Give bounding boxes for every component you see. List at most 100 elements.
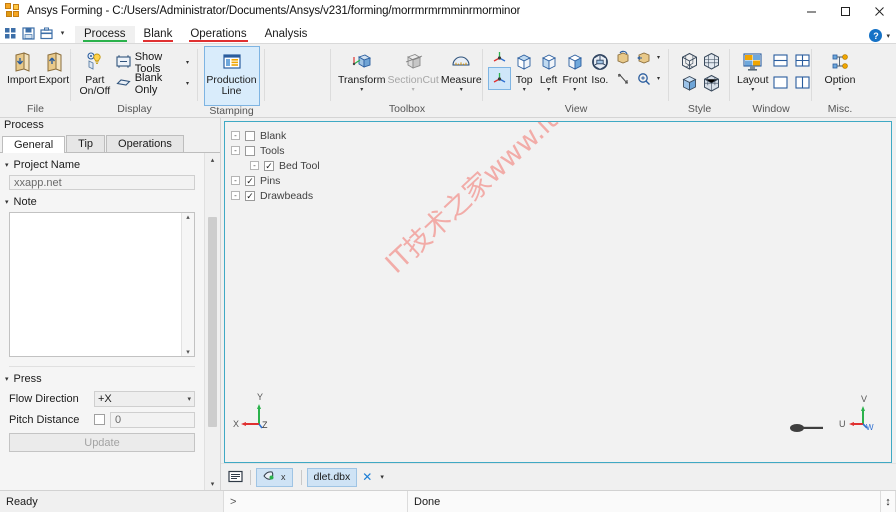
axis-triad-icon[interactable] — [489, 47, 510, 68]
ribbon: Import Export File Part On/Off Show Tool… — [0, 44, 896, 118]
show-tools-caret-icon[interactable]: ▾ — [186, 59, 189, 66]
blank-only-button[interactable]: Blank Only ▾ — [113, 72, 192, 96]
viewport-3d[interactable]: IT技术之家www.ittel.cn - Blank - Tools - ✓ B… — [224, 121, 892, 463]
help-icon[interactable]: ? — [869, 29, 883, 42]
production-line-button[interactable]: Production Line — [203, 46, 260, 106]
production-line-icon — [222, 49, 242, 75]
section-note[interactable]: ▾ Note — [0, 194, 204, 209]
view-top-caret-icon[interactable]: ▾ — [523, 87, 526, 93]
split-horizontal-icon[interactable] — [770, 49, 792, 71]
tree-expander-icon[interactable]: - — [250, 161, 259, 170]
view-extra-caret-icon[interactable]: ▾ — [654, 47, 663, 68]
close-button[interactable] — [862, 0, 896, 22]
quick-access-caret-icon[interactable]: ▾ — [57, 26, 68, 41]
tab-general[interactable]: General — [2, 136, 66, 153]
transform-caret-icon[interactable]: ▾ — [360, 87, 363, 93]
view-front-caret-icon[interactable]: ▾ — [573, 87, 576, 93]
project-name-input[interactable]: xxapp.net — [9, 175, 195, 190]
style-shaded-edge-icon[interactable] — [700, 71, 724, 95]
ribbon-tab-process[interactable]: Process — [75, 26, 135, 43]
tree-expander-icon[interactable]: - — [231, 176, 240, 185]
rotate-view-icon[interactable] — [612, 47, 633, 68]
update-button[interactable]: Update — [9, 433, 195, 452]
case-icon[interactable] — [39, 26, 54, 41]
export-button[interactable]: Export — [38, 47, 70, 88]
pitch-distance-checkbox[interactable] — [94, 414, 105, 425]
ribbon-tab-blank[interactable]: Blank — [135, 26, 182, 43]
ribbon-tab-analysis[interactable]: Analysis — [256, 26, 317, 43]
note-scrollbar[interactable]: ▴ ▾ — [181, 213, 194, 356]
tree-node-tools[interactable]: - Tools — [231, 143, 891, 158]
maximize-button[interactable] — [828, 0, 862, 22]
option-caret-icon[interactable]: ▾ — [838, 87, 841, 93]
fit-view-icon[interactable] — [612, 68, 633, 89]
help-caret-icon[interactable]: ▾ — [884, 32, 892, 40]
left-panel-scroll-thumb[interactable] — [208, 216, 217, 427]
ribbon-tab-operations[interactable]: Operations — [181, 26, 255, 43]
tree-node-drawbeads[interactable]: - ✓ Drawbeads — [231, 188, 891, 203]
split-quad-icon[interactable] — [792, 49, 814, 71]
left-panel-scroll-up-icon[interactable]: ▴ — [211, 153, 215, 166]
tree-node-pins[interactable]: - ✓ Pins — [231, 173, 891, 188]
tab-operations[interactable]: Operations — [106, 135, 184, 152]
view-iso-button[interactable]: Iso. — [589, 47, 611, 88]
new-project-icon[interactable] — [3, 26, 18, 41]
zoom-caret-icon[interactable]: ▾ — [654, 68, 663, 89]
note-scroll-down-icon[interactable]: ▾ — [186, 348, 190, 356]
tab-list-caret-icon[interactable]: ▾ — [376, 473, 388, 481]
tree-expander-icon[interactable]: - — [231, 146, 240, 155]
tab-tip[interactable]: Tip — [66, 135, 106, 152]
minimize-button[interactable] — [794, 0, 828, 22]
layout-caret-icon[interactable]: ▾ — [751, 87, 754, 93]
tree-checkbox-bed-tool[interactable]: ✓ — [264, 160, 274, 171]
console-icon[interactable] — [225, 467, 245, 487]
import-button[interactable]: Import — [6, 47, 38, 88]
tree-expander-icon[interactable]: - — [231, 131, 240, 140]
tree-checkbox-drawbeads[interactable]: ✓ — [245, 190, 255, 201]
part-onoff-button[interactable]: Part On/Off — [77, 47, 113, 99]
left-panel-scroll-down-icon[interactable]: ▾ — [211, 477, 215, 490]
left-panel-scrollbar[interactable]: ▴ ▾ — [204, 153, 220, 490]
project-name-collapse-icon[interactable]: ▾ — [5, 161, 9, 169]
view-front-button[interactable]: Front ▾ — [561, 47, 589, 95]
style-shaded-icon[interactable] — [678, 71, 702, 95]
view-left-button[interactable]: Left ▾ — [536, 47, 560, 95]
note-scroll-up-icon[interactable]: ▴ — [186, 213, 190, 221]
view-left-caret-icon[interactable]: ▾ — [547, 87, 550, 93]
show-tools-button[interactable]: Show Tools ▾ — [113, 51, 192, 75]
transform-button[interactable]: Transform ▾ — [337, 47, 386, 95]
save-icon[interactable] — [21, 26, 36, 41]
measure-button[interactable]: Measure ▾ — [440, 47, 483, 95]
press-collapse-icon[interactable]: ▾ — [5, 375, 9, 383]
tree-expander-icon[interactable]: - — [231, 191, 240, 200]
style-wireframe-icon[interactable] — [678, 49, 702, 73]
split-single-icon[interactable] — [770, 71, 792, 93]
tab-blank-view-close-icon[interactable]: x — [281, 472, 286, 482]
tab-dlet-dbx[interactable]: dlet.dbx — [306, 467, 358, 487]
command-prompt[interactable]: > — [224, 491, 408, 512]
pitch-distance-input[interactable]: 0 — [110, 411, 195, 428]
tree-checkbox-blank[interactable] — [245, 130, 255, 141]
close-tab-button[interactable]: ✕ — [362, 470, 372, 484]
blank-only-caret-icon[interactable]: ▾ — [186, 80, 189, 87]
note-collapse-icon[interactable]: ▾ — [5, 198, 9, 206]
status-spinner-icon[interactable]: ↕ — [881, 491, 896, 512]
style-mesh-icon[interactable] — [700, 49, 724, 73]
tree-checkbox-pins[interactable]: ✓ — [245, 175, 255, 186]
layout-button[interactable]: Layout ▾ — [736, 47, 770, 95]
split-vertical-icon[interactable] — [792, 71, 814, 93]
section-press[interactable]: ▾ Press — [0, 371, 204, 386]
flow-direction-select[interactable]: +X ▾ — [94, 390, 195, 407]
note-textarea[interactable]: ▴ ▾ — [9, 212, 195, 357]
tree-checkbox-tools[interactable] — [245, 145, 255, 156]
measure-caret-icon[interactable]: ▾ — [460, 87, 463, 93]
zoom-view-icon[interactable] — [633, 68, 654, 89]
view-top-button[interactable]: Top ▾ — [512, 47, 536, 95]
tree-node-blank[interactable]: - Blank — [231, 128, 891, 143]
section-project-name[interactable]: ▾ Project Name — [0, 157, 204, 172]
tab-blank-view[interactable]: x — [256, 467, 293, 487]
option-button[interactable]: Option ▾ — [819, 47, 861, 95]
tree-node-bed-tool[interactable]: - ✓ Bed Tool — [231, 158, 891, 173]
pan-view-icon[interactable] — [633, 47, 654, 68]
axis-triad-active-icon[interactable] — [488, 67, 511, 90]
